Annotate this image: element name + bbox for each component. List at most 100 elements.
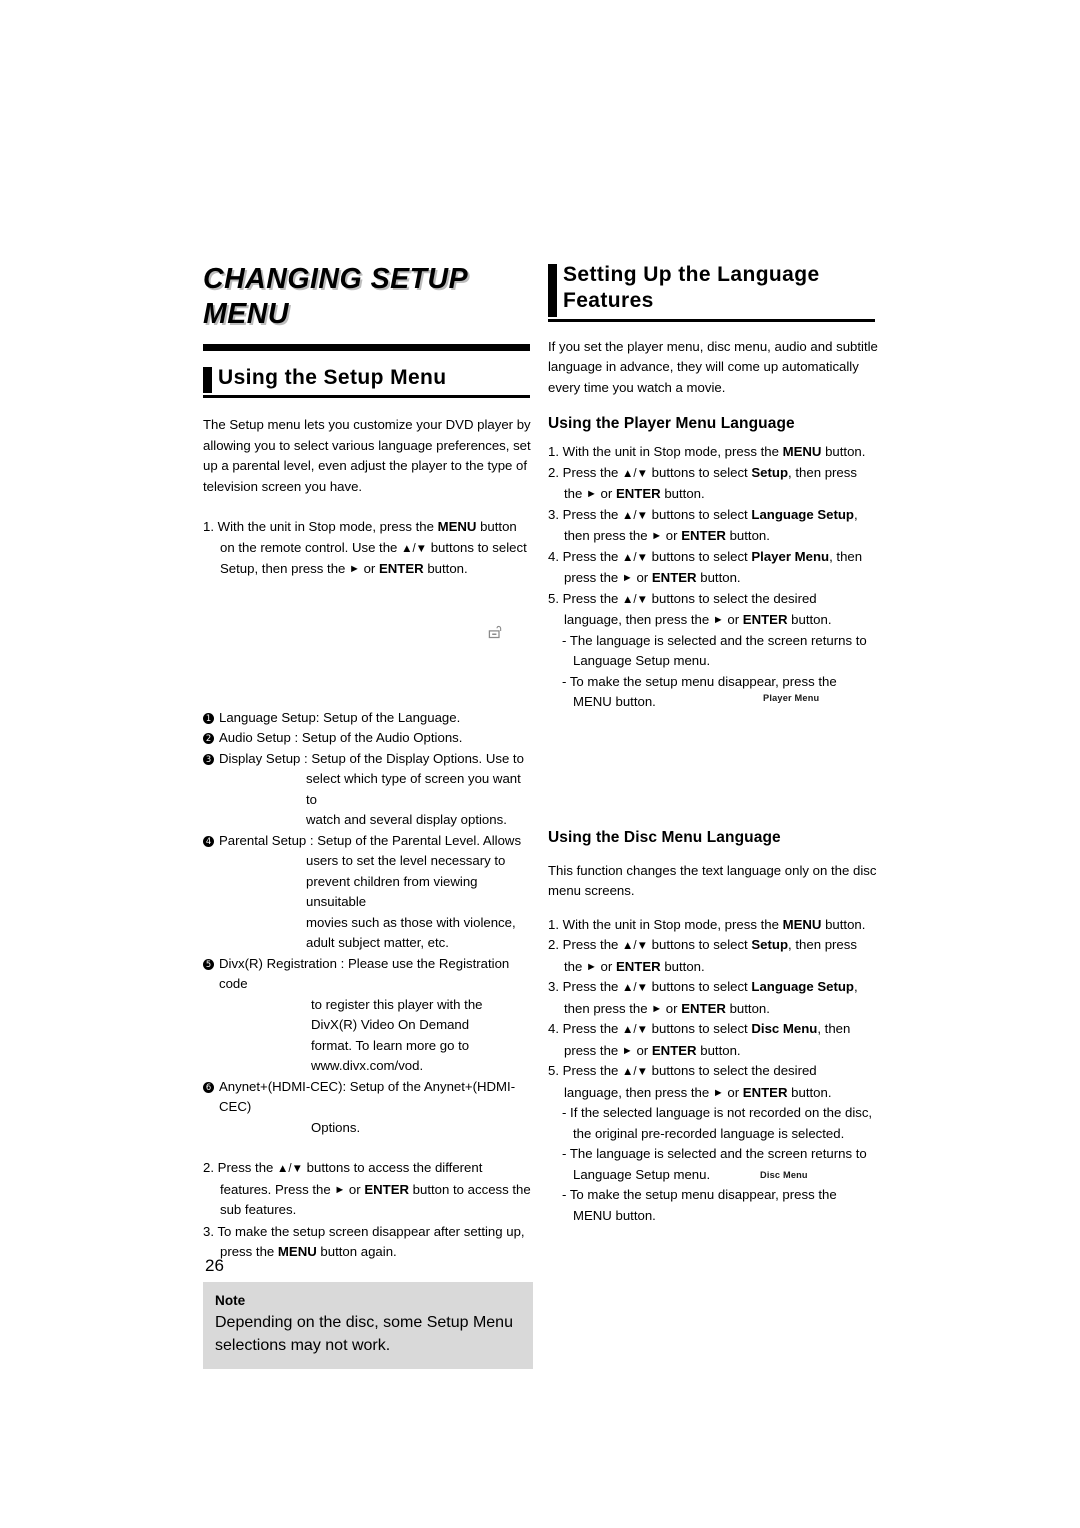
step-text: button.: [696, 570, 741, 586]
right-arrow-icon: ►: [621, 572, 633, 585]
disc-menu-intro-paragraph: This function changes the text language …: [548, 862, 877, 899]
step-text: button.: [660, 486, 705, 502]
step-text: buttons to select: [648, 937, 752, 953]
section-heading-underline: [548, 318, 875, 322]
up-down-arrow-icon: ▲/▼: [622, 467, 649, 480]
feature-item: 1 Language Setup: Setup of the Language.: [203, 708, 533, 729]
menu-keyword: MENU: [437, 519, 477, 535]
setup-menu-intro-paragraph: The Setup menu lets you customize your D…: [203, 417, 531, 494]
step-text: button.: [725, 1000, 770, 1016]
disc-menu-sub-notes: - If the selected language is not record…: [548, 1103, 878, 1226]
step-text: or: [632, 570, 652, 586]
right-arrow-icon: ►: [586, 488, 597, 501]
page-number: 26: [205, 1256, 224, 1275]
keyword: ENTER: [742, 1084, 788, 1100]
step-text: or: [632, 1042, 652, 1058]
section-heading-text: Setting Up the Language Features: [563, 263, 820, 313]
setup-step-2: 2. Press the ▲/▼ buttons to access the d…: [203, 1158, 533, 1221]
numbered-step: 3. Press the ▲/▼ buttons to select Langu…: [548, 977, 878, 1019]
section-heading-underline: [203, 395, 530, 399]
feature-item-continuation: movies such as those with violence,: [306, 914, 516, 930]
feature-item-continuation: adult subject matter, etc.: [306, 935, 449, 951]
up-down-arrow-icon: ▲/▼: [622, 593, 649, 606]
feature-item-label: Divx(R) Registration : Please use the Re…: [219, 955, 510, 992]
up-down-arrow-icon: ▲/▼: [622, 940, 649, 953]
sub-note: - The language is selected and the scree…: [562, 1146, 867, 1182]
keyword: ENTER: [742, 612, 788, 628]
up-down-arrow-icon: ▲/▼: [622, 551, 649, 564]
left-column: CHANGING SETUP MENU Using the Setup Menu…: [203, 262, 533, 1369]
numbered-step: 2. Press the ▲/▼ buttons to select Setup…: [548, 463, 878, 505]
feature-item: 3 Display Setup : Setup of the Display Op…: [203, 749, 533, 770]
enter-keyword: ENTER: [378, 561, 424, 577]
step-number: 2.: [203, 1160, 214, 1176]
step-text: button.: [725, 528, 770, 544]
enter-keyword: ENTER: [364, 1181, 410, 1197]
section-heading-text: Using the Setup Menu: [218, 365, 447, 389]
step-number: 2.: [548, 937, 563, 953]
up-down-arrow-icon: ▲/▼: [622, 509, 649, 522]
right-arrow-icon: ►: [621, 1044, 633, 1057]
step-number: 4.: [548, 1021, 563, 1037]
circled-number-icon: 4: [203, 835, 214, 847]
sub-note: - To make the setup menu disappear, pres…: [562, 673, 837, 710]
heading-accent-bar: [548, 264, 557, 317]
feature-item: 5 Divx(R) Registration : Please use the R…: [203, 954, 533, 995]
step-number: 3.: [548, 979, 563, 995]
feature-item-continuation: format. To learn more go to: [311, 1037, 470, 1053]
step-number: 3.: [203, 1223, 214, 1239]
feature-item-label: Parental Setup : Setup of the Parental L…: [219, 832, 522, 848]
keyword: MENU: [782, 916, 822, 932]
step-text: or: [662, 528, 682, 544]
step-text: button.: [821, 444, 866, 460]
circled-number-icon: 5: [203, 958, 214, 970]
step-text: Press the: [562, 1063, 623, 1079]
right-arrow-icon: ►: [334, 1183, 346, 1196]
chapter-title-rule: [203, 343, 530, 351]
feature-item: 6 Anynet+(HDMI-CEC): Setup of the Anynet+…: [203, 1077, 533, 1118]
step-text: Press the: [562, 506, 623, 522]
step-text: button.: [660, 958, 705, 974]
step-text: button.: [423, 561, 468, 577]
feature-item-continuation: Options.: [311, 1119, 361, 1135]
step-text: Press the: [217, 1160, 278, 1176]
right-arrow-icon: ►: [712, 614, 724, 627]
subheading-player-menu-language: Using the Player Menu Language: [548, 415, 795, 433]
step-text: or: [345, 1181, 365, 1197]
sub-note: - If the selected language is not record…: [562, 1105, 873, 1141]
keyword: ENTER: [681, 528, 726, 544]
keyword: ENTER: [651, 570, 697, 586]
step-text: Press the: [562, 590, 623, 606]
step-number: 3.: [548, 506, 563, 522]
keyword: Language Setup: [751, 506, 854, 522]
sub-note: - The language is selected and the scree…: [562, 632, 867, 669]
circled-number-icon: 3: [203, 753, 214, 765]
up-down-arrow-icon: ▲/▼: [277, 1163, 304, 1176]
step-text: Press the: [562, 548, 623, 564]
step-number: 1.: [548, 916, 563, 932]
language-intro-paragraph: If you set the player menu, disc menu, a…: [548, 338, 878, 395]
circled-number-icon: 6: [203, 1081, 214, 1093]
setup-step-1: 1. With the unit in Stop mode, press the…: [203, 517, 533, 580]
keyword: ENTER: [615, 486, 661, 502]
screen-caption-disc-menu: Disc Menu: [760, 1170, 808, 1180]
screen-caption-player-menu: Player Menu: [763, 693, 820, 703]
step-text: button.: [787, 612, 832, 628]
right-column: Setting Up the Language Features If you …: [548, 262, 878, 1226]
step-text: button.: [787, 1084, 832, 1100]
keyword: Setup: [751, 464, 789, 480]
step-text: or: [359, 561, 379, 577]
keyword: ENTER: [681, 1000, 726, 1016]
feature-item: 4 Parental Setup : Setup of the Parental …: [203, 831, 533, 852]
feature-item-continuation: to register this player with the: [311, 996, 483, 1012]
keyword: Player Menu: [751, 548, 830, 564]
sub-note: - To make the setup menu disappear, pres…: [562, 1187, 837, 1223]
numbered-step: 4. Press the ▲/▼ buttons to select Disc …: [548, 1019, 878, 1061]
keyword: Setup: [751, 937, 789, 953]
step-number: 5.: [548, 590, 563, 606]
step-text: or: [723, 612, 743, 628]
step-text: With the unit in Stop mode, press the: [562, 916, 783, 932]
numbered-step: 1. With the unit in Stop mode, press the…: [548, 915, 878, 936]
numbered-step: 4. Press the ▲/▼ buttons to select Playe…: [548, 547, 878, 589]
feature-item-label: Display Setup : Setup of the Display Opt…: [219, 750, 524, 766]
